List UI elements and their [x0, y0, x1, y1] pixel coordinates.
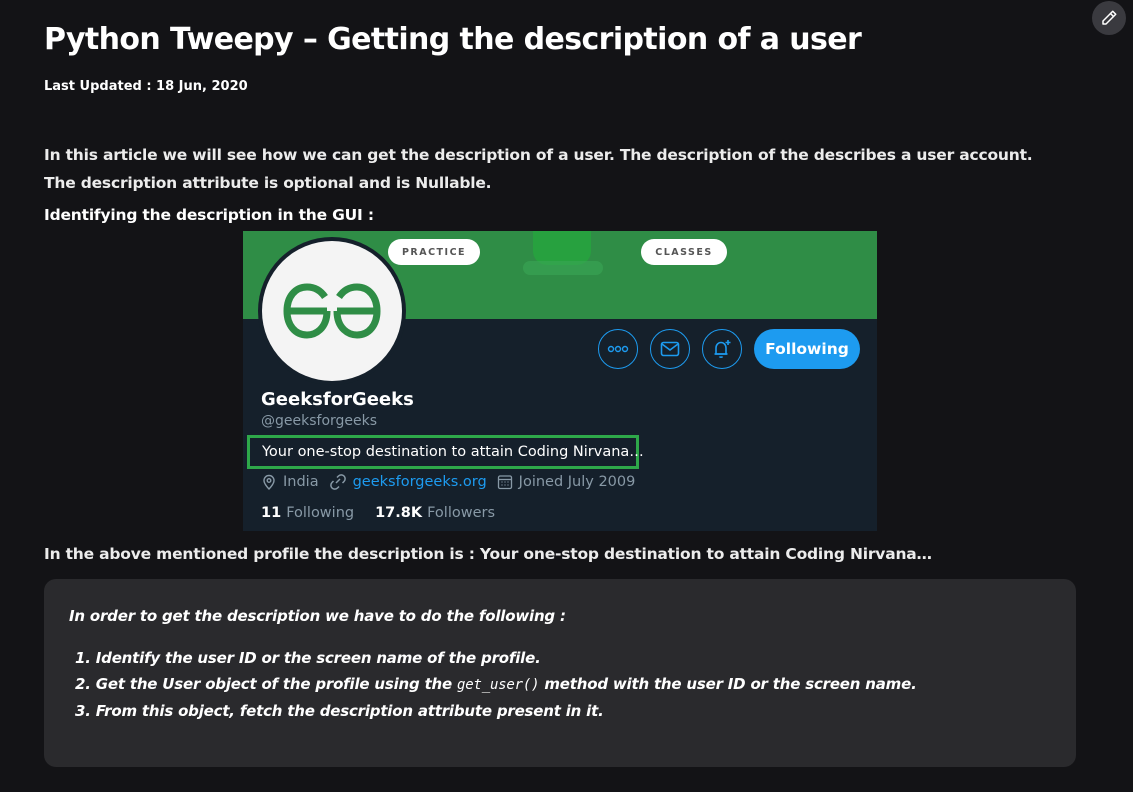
following-button[interactable]: Following	[754, 329, 860, 369]
steps-note-box: In order to get the description we have …	[44, 579, 1076, 767]
step-number: 2.	[75, 675, 91, 693]
following-count: 11	[261, 505, 282, 521]
followers-label[interactable]: Followers	[427, 505, 495, 521]
profile-description-text: Your one-stop destination to attain Codi…	[262, 444, 644, 460]
profile-website-link[interactable]: geeksforgeeks.org	[353, 474, 487, 490]
banner-decoration	[523, 261, 603, 275]
followers-count: 17.8K	[375, 505, 423, 521]
notifications-button[interactable]	[702, 329, 742, 369]
message-button[interactable]	[650, 329, 690, 369]
intro-paragraph: In this article we will see how we can g…	[44, 146, 1033, 192]
step-text: From this object, fetch the description …	[95, 702, 604, 720]
list-item: 3. From this object, fetch the descripti…	[75, 698, 917, 724]
gfg-logo-icon	[283, 283, 381, 339]
following-label[interactable]: Following	[286, 505, 354, 521]
more-options-button[interactable]	[598, 329, 638, 369]
profile-stats: 11 Following 17.8K Followers	[261, 505, 495, 521]
banner-pill-classes: CLASSES	[641, 239, 727, 265]
section-subheading: Identifying the description in the GUI :	[44, 206, 374, 224]
profile-handle: @geeksforgeeks	[261, 413, 378, 429]
avatar	[258, 237, 406, 385]
list-item: 1. Identify the user ID or the screen na…	[75, 645, 917, 671]
profile-name: GeeksforGeeks	[261, 389, 414, 410]
edit-article-button[interactable]	[1092, 1, 1126, 35]
inline-code: get_user()	[457, 677, 540, 693]
calendar-icon	[497, 475, 512, 490]
more-icon	[607, 345, 629, 353]
steps-list: 1. Identify the user ID or the screen na…	[75, 645, 917, 724]
banner-pill-practice: PRACTICE	[388, 239, 480, 265]
step-text: Get the User object of the profile using…	[95, 675, 452, 693]
article-title: Python Tweepy – Getting the description …	[44, 22, 862, 57]
step-text: Identify the user ID or the screen name …	[95, 649, 541, 667]
profile-meta: India geeksforgeeks.org Joined July 2009	[261, 474, 635, 490]
step-number: 1.	[75, 649, 91, 667]
profile-description: Your one-stop destination to attain Codi…	[247, 435, 644, 469]
description-result-text: In the above mentioned profile the descr…	[44, 545, 932, 563]
banner-decoration	[533, 231, 591, 265]
note-intro: In order to get the description we have …	[69, 607, 566, 625]
profile-location: India	[283, 474, 319, 490]
pencil-icon	[1102, 10, 1117, 25]
step-number: 3.	[75, 702, 91, 720]
list-item: 2. Get the User object of the profile us…	[75, 671, 917, 698]
profile-joined: Joined July 2009	[518, 474, 636, 490]
link-icon	[329, 474, 346, 490]
mail-icon	[660, 341, 680, 357]
bell-plus-icon	[714, 340, 731, 359]
last-updated: Last Updated : 18 Jun, 2020	[44, 79, 248, 94]
profile-screenshot: PRACTICE CLASSES Following GeeksforGeeks…	[243, 231, 877, 531]
location-icon	[263, 474, 275, 490]
step-text: method with the user ID or the screen na…	[544, 675, 917, 693]
